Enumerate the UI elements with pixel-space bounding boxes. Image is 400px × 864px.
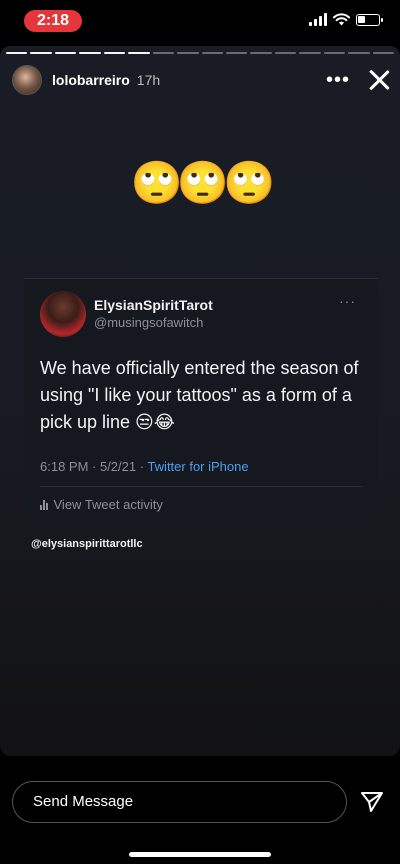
story-progress-segment bbox=[79, 52, 101, 54]
story-progress-segment bbox=[348, 52, 370, 54]
story-progress-segment bbox=[30, 52, 52, 54]
tweet-timestamp: 6:18 PM · 5/2/21 · bbox=[40, 459, 148, 474]
tweet-card: ElysianSpiritTarot @musingsofawitch ··· … bbox=[24, 278, 378, 518]
story-emojis: 🙄🙄🙄 bbox=[130, 158, 276, 207]
story-username[interactable]: lolobarreiro bbox=[52, 72, 130, 88]
tweet-divider bbox=[40, 486, 362, 487]
battery-level bbox=[358, 15, 365, 23]
story-progress-segment bbox=[152, 52, 175, 54]
story-progress-segment bbox=[299, 52, 321, 54]
tweet-source: Twitter for iPhone bbox=[147, 459, 249, 474]
story-progress-segment bbox=[250, 52, 272, 54]
tweet-handle: @musingsofawitch bbox=[94, 315, 204, 330]
story-progress-segment bbox=[6, 52, 28, 54]
story-progress-segment bbox=[323, 52, 346, 54]
more-icon[interactable]: ••• bbox=[326, 70, 350, 90]
close-icon[interactable] bbox=[368, 69, 390, 91]
status-time[interactable]: 2:18 bbox=[24, 10, 82, 32]
home-indicator bbox=[129, 852, 271, 857]
wifi-icon bbox=[333, 13, 350, 26]
send-message-input[interactable]: Send Message bbox=[12, 781, 347, 823]
story-progress-segment bbox=[372, 52, 394, 54]
battery-icon bbox=[356, 13, 383, 26]
story-card[interactable]: lolobarreiro 17h ••• 🙄🙄🙄 ElysianSpiritTa… bbox=[0, 46, 400, 756]
story-progress-bar bbox=[6, 52, 394, 54]
avatar[interactable] bbox=[12, 65, 42, 95]
tweet-text: We have officially entered the season of… bbox=[40, 358, 359, 432]
story-header: lolobarreiro 17h ••• bbox=[12, 64, 390, 96]
story-progress-segment bbox=[177, 52, 199, 54]
tweet-activity-label: View Tweet activity bbox=[53, 497, 163, 512]
bar-chart-icon bbox=[40, 499, 48, 510]
story-progress-segment bbox=[103, 52, 126, 54]
story-progress-segment bbox=[225, 52, 248, 54]
story-time-ago: 17h bbox=[136, 72, 161, 88]
story-progress-segment bbox=[274, 52, 297, 54]
signal-icon bbox=[309, 13, 327, 26]
tweet-display-name: ElysianSpiritTarot bbox=[94, 297, 213, 313]
tweet-meta: 6:18 PM · 5/2/21 · Twitter for iPhone bbox=[40, 459, 249, 474]
tweet-avatar bbox=[40, 291, 86, 337]
story-progress-segment bbox=[201, 52, 223, 54]
tweet-more-icon: ··· bbox=[339, 293, 356, 309]
send-icon[interactable] bbox=[360, 790, 384, 814]
status-bar: 2:18 bbox=[0, 0, 400, 44]
tweet-activity: View Tweet activity bbox=[40, 497, 163, 512]
story-progress-segment bbox=[128, 52, 150, 54]
status-icons bbox=[309, 13, 383, 26]
mention-sticker[interactable]: @elysianspirittarotllc bbox=[31, 538, 143, 550]
story-progress-segment bbox=[54, 52, 77, 54]
